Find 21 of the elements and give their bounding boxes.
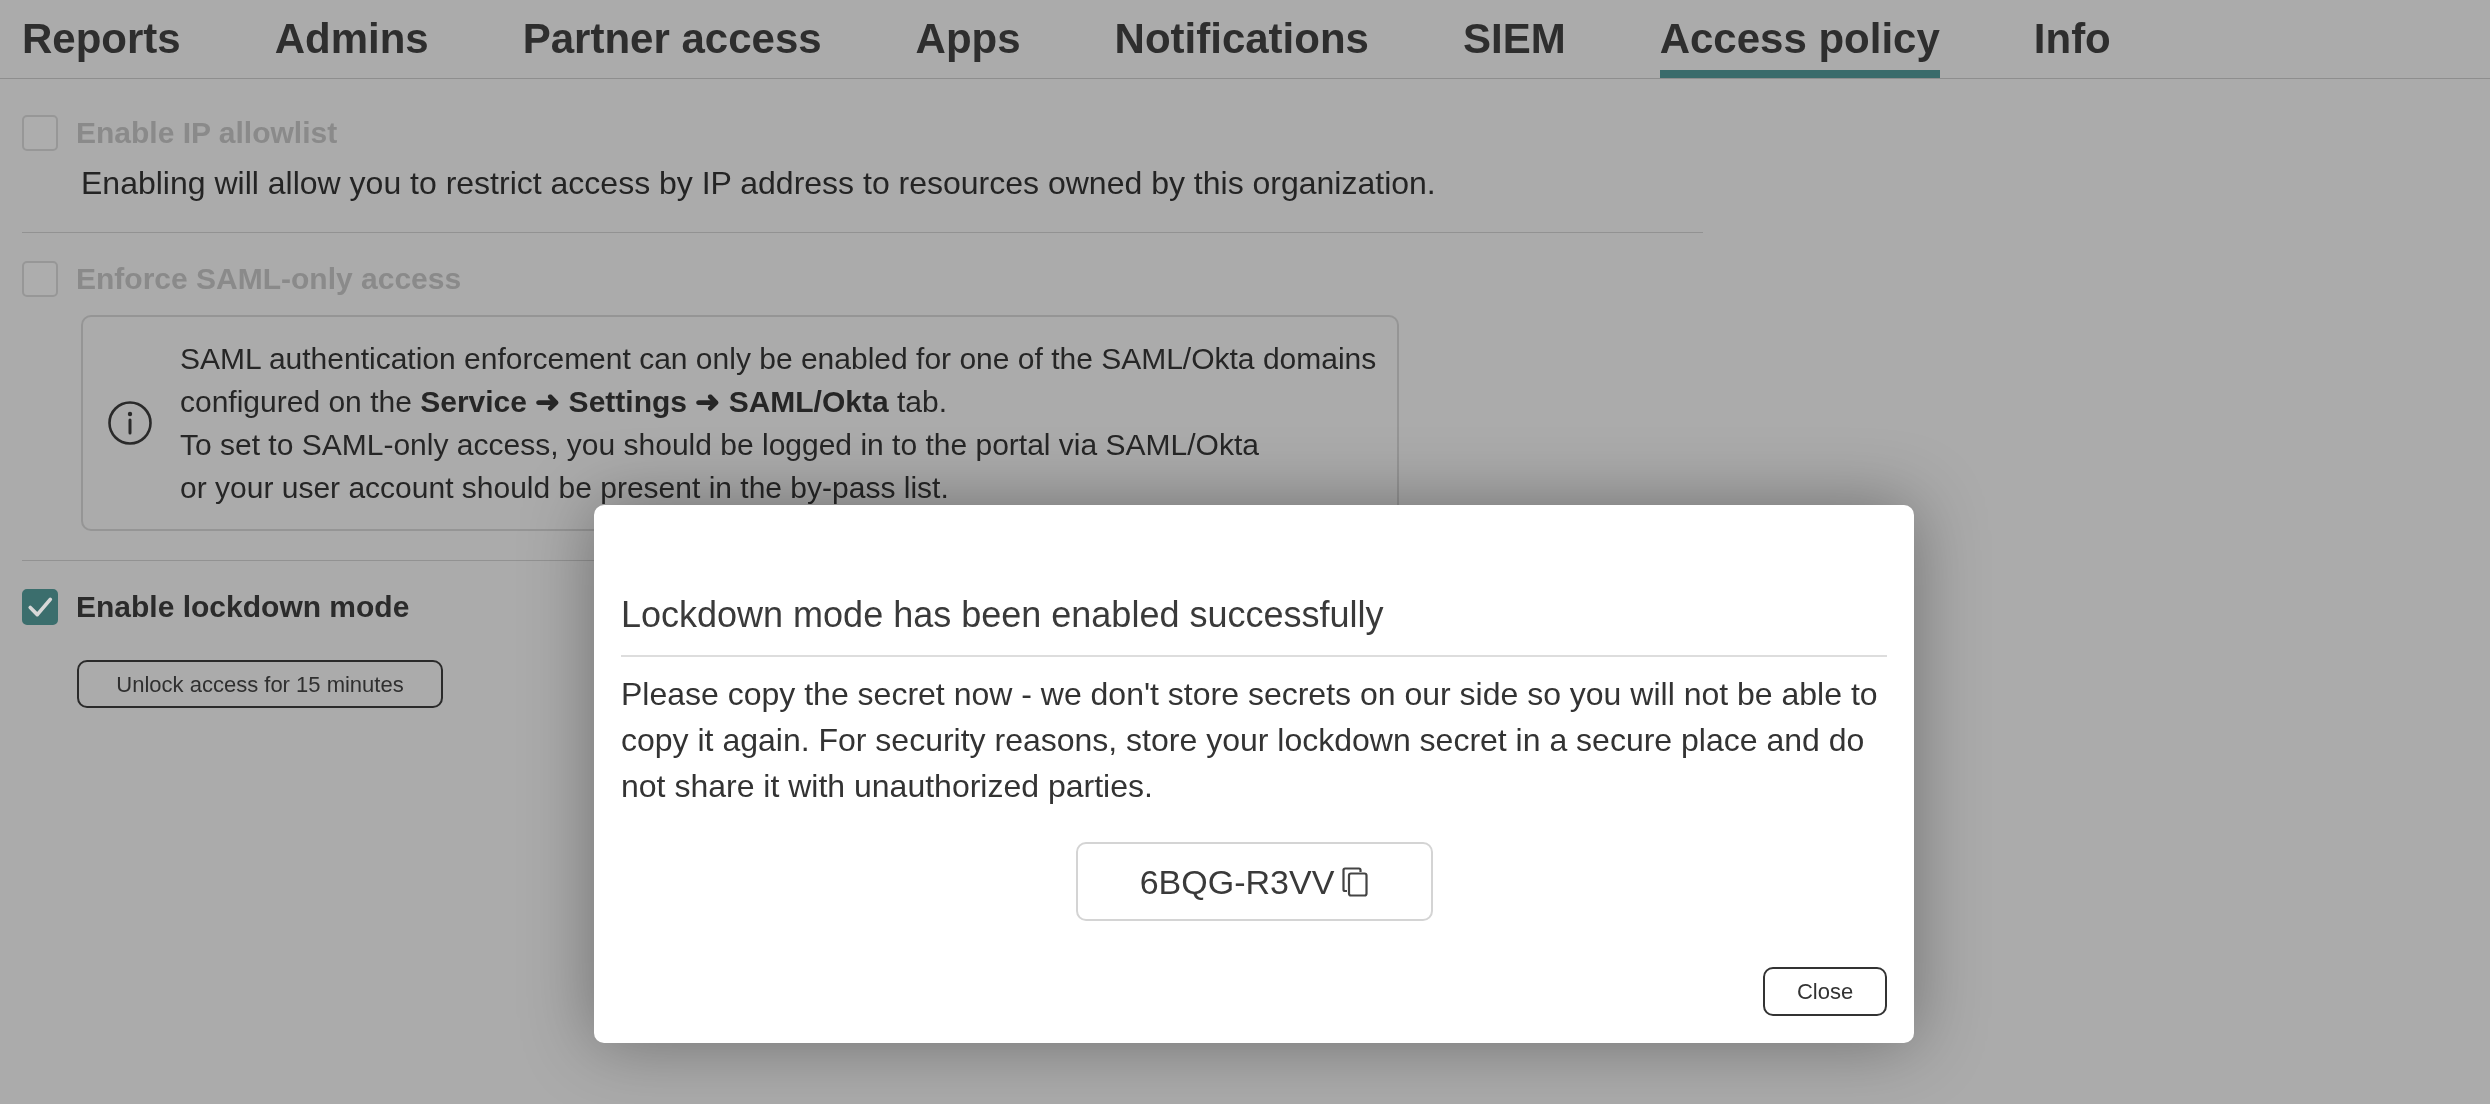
unlock-button[interactable]: Unlock access for 15 minutes bbox=[77, 660, 443, 708]
copy-icon[interactable] bbox=[1342, 866, 1369, 897]
tab[interactable]: Access policy bbox=[1659, 14, 1940, 78]
info-text: To set to SAML-only access, you should be logged in to the portal via SAML/Okta bbox=[180, 427, 1260, 463]
tab[interactable]: Partner access bbox=[522, 14, 822, 78]
checkbox[interactable] bbox=[22, 589, 58, 625]
tab[interactable]: Notifications bbox=[1114, 14, 1369, 78]
tab[interactable]: SIEM bbox=[1462, 14, 1566, 78]
setting-description: Enabling will allow you to restrict access by IP address to resources owned by this organization. bbox=[81, 164, 1436, 203]
dialog-title: Lockdown mode has been enabled successfully bbox=[621, 593, 1887, 657]
info-text: or your user account should be present in the by-pass list. bbox=[180, 470, 950, 506]
secret-code: 6BQG-R3VV bbox=[1139, 861, 1335, 902]
tab[interactable]: Info bbox=[2033, 14, 2111, 78]
tab[interactable]: Admins bbox=[274, 14, 429, 78]
info-icon bbox=[108, 401, 152, 445]
info-text: SAML authentication enforcement can only be enabled for one of the SAML/Okta domains configured on the Service ➜ Settings ➜ SAML/Okta tab. bbox=[180, 341, 1378, 420]
dialog-message: Please copy the secret now - we don't store secrets on our side so you will not be able to copy it again. For security reasons, store your lockdown secret in a secure place and do not share it with unauthorized parties. bbox=[621, 675, 1879, 806]
tab[interactable]: Apps bbox=[915, 14, 1021, 78]
tab[interactable]: Reports bbox=[22, 14, 181, 78]
checkbox-label: Enable lockdown mode bbox=[76, 589, 410, 625]
close-button[interactable]: Close bbox=[1763, 967, 1887, 1016]
